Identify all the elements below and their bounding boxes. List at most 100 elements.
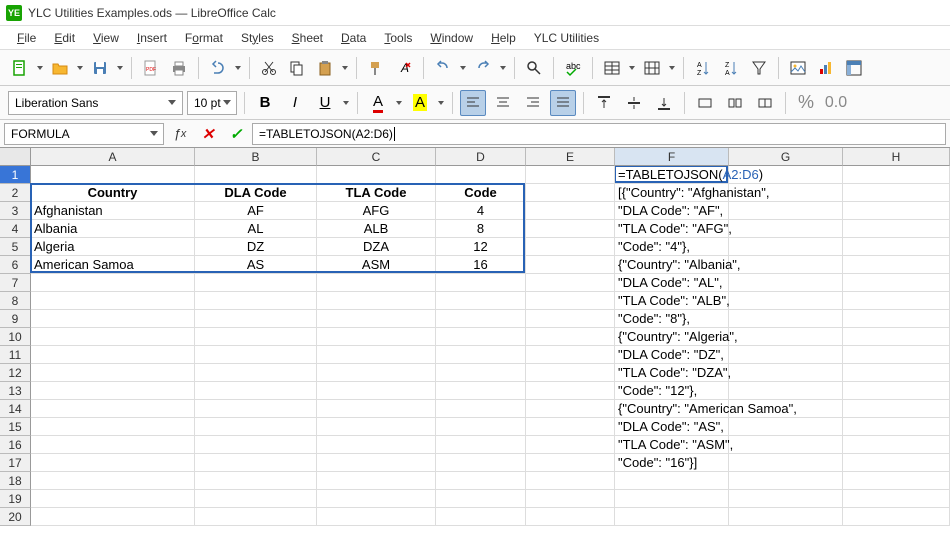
cell-D18[interactable] [436,472,526,490]
menu-file[interactable]: File [8,28,45,48]
col-header-F[interactable]: F [615,148,729,166]
cell-C15[interactable] [317,418,436,436]
col-dropdown[interactable] [668,57,676,79]
cell-B18[interactable] [195,472,317,490]
cell-D20[interactable] [436,508,526,526]
cell-A15[interactable] [31,418,195,436]
cell-D14[interactable] [436,400,526,418]
cell-E2[interactable] [526,184,615,202]
row-header-1[interactable]: 1 [0,166,31,184]
row-button[interactable] [600,56,624,80]
split-button[interactable] [752,90,778,116]
cell-C4[interactable]: ALB [317,220,436,238]
cell-C1[interactable] [317,166,436,184]
cell-C18[interactable] [317,472,436,490]
cell-D13[interactable] [436,382,526,400]
cell-E15[interactable] [526,418,615,436]
font-color-button[interactable]: A [365,90,391,116]
cell-H14[interactable] [843,400,950,418]
cell-D1[interactable] [436,166,526,184]
cell-C8[interactable] [317,292,436,310]
undo-dropdown[interactable] [234,57,242,79]
cell-E18[interactable] [526,472,615,490]
cell-C16[interactable] [317,436,436,454]
cell-B2[interactable]: DLA Code [195,184,317,202]
cell-A14[interactable] [31,400,195,418]
row-header-12[interactable]: 12 [0,364,31,382]
font-size-selector[interactable]: 10 pt [187,91,237,115]
decimal-button[interactable]: 0.0 [823,90,849,116]
cell-B13[interactable] [195,382,317,400]
spreadsheet-grid[interactable]: ABCDEFGH 1234567891011121314151617181920… [0,148,950,554]
clear-formatting-button[interactable]: A [392,56,416,80]
cell-C3[interactable]: AFG [317,202,436,220]
align-left-button[interactable] [460,90,486,116]
cell-B16[interactable] [195,436,317,454]
cell-A6[interactable]: American Samoa [31,256,195,274]
cell-B8[interactable] [195,292,317,310]
cell-G13[interactable] [729,382,843,400]
cell-E1[interactable] [526,166,615,184]
cell-D6[interactable]: 16 [436,256,526,274]
cell-C20[interactable] [317,508,436,526]
cell-H10[interactable] [843,328,950,346]
row-header-20[interactable]: 20 [0,508,31,526]
valign-bottom-button[interactable] [651,90,677,116]
cell-G20[interactable] [729,508,843,526]
italic-button[interactable]: I [282,90,308,116]
export-pdf-button[interactable]: PDF [139,56,163,80]
cell-E10[interactable] [526,328,615,346]
cell-G3[interactable] [729,202,843,220]
cell-A4[interactable]: Albania [31,220,195,238]
font-name-selector[interactable]: Liberation Sans [8,91,183,115]
cell-G11[interactable] [729,346,843,364]
cell-D15[interactable] [436,418,526,436]
cell-F6-overflow[interactable]: {"Country": "Albania", [615,256,744,274]
row-header-9[interactable]: 9 [0,310,31,328]
cell-H2[interactable] [843,184,950,202]
cell-H20[interactable] [843,508,950,526]
highlight-button[interactable]: A [407,90,433,116]
cell-F5-overflow[interactable]: "Code": "4"}, [615,238,693,256]
row-header-15[interactable]: 15 [0,418,31,436]
cell-H16[interactable] [843,436,950,454]
menu-styles[interactable]: Styles [232,28,283,48]
highlight-dropdown[interactable] [437,92,445,114]
cell-C19[interactable] [317,490,436,508]
cell-G5[interactable] [729,238,843,256]
cell-D16[interactable] [436,436,526,454]
cell-A9[interactable] [31,310,195,328]
name-box[interactable]: FORMULA [4,123,164,145]
cell-A3[interactable]: Afghanistan [31,202,195,220]
cell-B3[interactable]: AF [195,202,317,220]
cell-F14-overflow[interactable]: {"Country": "American Samoa", [615,400,800,418]
unmerge-button[interactable] [722,90,748,116]
cell-A10[interactable] [31,328,195,346]
cell-G9[interactable] [729,310,843,328]
cell-F13-overflow[interactable]: "Code": "12"}, [615,382,700,400]
cell-B17[interactable] [195,454,317,472]
cell-E16[interactable] [526,436,615,454]
cell-B6[interactable]: AS [195,256,317,274]
cell-A5[interactable]: Algeria [31,238,195,256]
cell-H15[interactable] [843,418,950,436]
align-right-button[interactable] [520,90,546,116]
valign-middle-button[interactable] [621,90,647,116]
cell-E4[interactable] [526,220,615,238]
cancel-button[interactable]: ✕ [196,123,220,145]
cell-H3[interactable] [843,202,950,220]
open-button[interactable] [48,56,72,80]
cell-C11[interactable] [317,346,436,364]
cell-F10-overflow[interactable]: {"Country": "Algeria", [615,328,741,346]
cell-B7[interactable] [195,274,317,292]
cell-G6[interactable] [729,256,843,274]
cell-E14[interactable] [526,400,615,418]
cell-E7[interactable] [526,274,615,292]
cell-B4[interactable]: AL [195,220,317,238]
col-header-H[interactable]: H [843,148,950,166]
cell-D11[interactable] [436,346,526,364]
cell-H7[interactable] [843,274,950,292]
cell-B1[interactable] [195,166,317,184]
row-header-14[interactable]: 14 [0,400,31,418]
cell-A7[interactable] [31,274,195,292]
